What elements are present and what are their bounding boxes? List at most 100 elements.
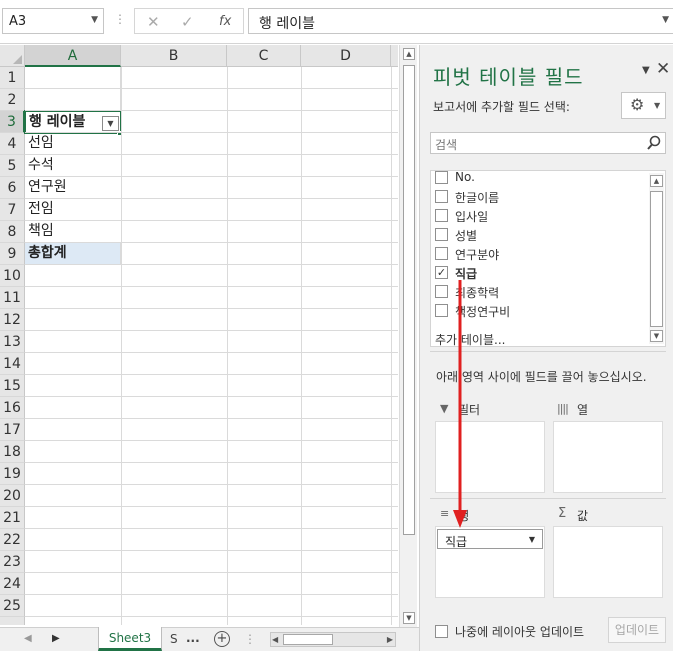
- row-header-2[interactable]: 2: [0, 89, 25, 111]
- field-checkbox[interactable]: [435, 209, 448, 222]
- more-tables-link[interactable]: 추가 테이블...: [435, 331, 505, 348]
- vertical-scroll-thumb[interactable]: [403, 65, 415, 535]
- horizontal-scrollbar[interactable]: ◀ ▶: [270, 632, 396, 647]
- row-header-22[interactable]: 22: [0, 529, 25, 551]
- cell-a8[interactable]: 책임: [25, 221, 121, 243]
- row-header-4[interactable]: 4: [0, 133, 25, 155]
- scroll-left-icon[interactable]: ◀: [272, 633, 278, 646]
- field-label: 책정연구비: [455, 305, 511, 319]
- cell-a7[interactable]: 전임: [25, 199, 121, 221]
- horizontal-scroll-thumb[interactable]: [283, 634, 333, 645]
- chevron-down-icon[interactable]: ▼: [529, 535, 535, 544]
- row-header-25[interactable]: 25: [0, 595, 25, 617]
- field-checkbox[interactable]: [435, 285, 448, 298]
- row-header-21[interactable]: 21: [0, 507, 25, 529]
- cancel-icon[interactable]: ✕: [147, 13, 160, 31]
- scroll-down-icon[interactable]: ▼: [650, 330, 663, 342]
- scroll-up-icon[interactable]: ▲: [403, 48, 415, 60]
- more-icon: ⋮: [114, 12, 126, 26]
- filters-drop-area[interactable]: [435, 421, 545, 493]
- row-header-7[interactable]: 7: [0, 199, 25, 221]
- cell-a4[interactable]: 선임: [25, 133, 121, 155]
- field-checkbox[interactable]: [435, 228, 448, 241]
- column-header-e[interactable]: [391, 45, 398, 67]
- area-divider: [430, 498, 666, 499]
- update-button[interactable]: 업데이트: [608, 617, 666, 643]
- field-settings-button[interactable]: ⚙ ▼: [621, 92, 666, 119]
- defer-layout-label: 나중에 레이아웃 업데이트: [455, 625, 585, 639]
- tab-split-handle[interactable]: ⋮: [244, 632, 256, 646]
- row-header-12[interactable]: 12: [0, 309, 25, 331]
- cell-a5[interactable]: 수석: [25, 155, 121, 177]
- column-header-d[interactable]: D: [301, 45, 391, 67]
- field-label: 최종학력: [455, 286, 500, 300]
- row-header-18[interactable]: 18: [0, 441, 25, 463]
- vertical-scrollbar[interactable]: ▲ ▼: [399, 45, 417, 627]
- row-header-11[interactable]: 11: [0, 287, 25, 309]
- pane-options-icon[interactable]: ▼: [642, 65, 650, 76]
- rows-field-chip[interactable]: 직급 ▼: [437, 529, 543, 549]
- check-icon[interactable]: ✓: [435, 266, 448, 279]
- row-header-1[interactable]: 1: [0, 67, 25, 89]
- cell-a6[interactable]: 연구원: [25, 177, 121, 199]
- row-header-23[interactable]: 23: [0, 551, 25, 573]
- field-list: No. 한글이름 입사일 성별 연구분야 ✓ 직급 최종학력 책정연구비 추가 …: [430, 170, 666, 347]
- spreadsheet-grid[interactable]: A B C D 1 2 3 4 5 6 7 8 9 10 11 12 13 14…: [0, 45, 398, 625]
- row-header-19[interactable]: 19: [0, 463, 25, 485]
- row-header-13[interactable]: 13: [0, 331, 25, 353]
- field-search-box[interactable]: 검색: [430, 132, 666, 154]
- chevron-down-icon: ▼: [654, 101, 661, 110]
- row-header-10[interactable]: 10: [0, 265, 25, 287]
- row-header-16[interactable]: 16: [0, 397, 25, 419]
- select-all-corner[interactable]: [0, 45, 25, 67]
- previous-sheet-icon[interactable]: ◀: [24, 633, 32, 644]
- formula-tools: ✕ ✓ fx: [134, 8, 244, 34]
- scroll-up-icon[interactable]: ▲: [650, 175, 663, 187]
- close-icon[interactable]: ✕: [656, 59, 670, 79]
- search-input[interactable]: 검색: [435, 136, 457, 153]
- column-header-a[interactable]: A: [25, 45, 121, 67]
- formula-input[interactable]: 행 레이블 ▼: [248, 8, 673, 34]
- field-checkbox[interactable]: [435, 304, 448, 317]
- field-checkbox[interactable]: [435, 190, 448, 203]
- row-header-5[interactable]: 5: [0, 155, 25, 177]
- cell-a9[interactable]: 총합계: [25, 243, 121, 265]
- name-box[interactable]: A3 ▼: [2, 8, 104, 34]
- fill-handle[interactable]: [117, 131, 122, 136]
- add-sheet-button[interactable]: +: [214, 631, 230, 647]
- cell-a1[interactable]: [25, 67, 121, 89]
- more-sheets-button[interactable]: ...: [186, 631, 200, 645]
- sheet-tab-bar: ◀ ▶ Sheet3 S ... + ⋮ ◀ ▶: [0, 627, 420, 651]
- scroll-right-icon[interactable]: ▶: [387, 633, 393, 646]
- field-list-scroll-thumb[interactable]: [650, 191, 663, 327]
- row-header-9[interactable]: 9: [0, 243, 25, 265]
- field-list-scrollbar[interactable]: ▲ ▼: [649, 173, 664, 344]
- values-drop-area[interactable]: [553, 526, 663, 598]
- sheet-tab-sheet3[interactable]: Sheet3: [98, 627, 162, 651]
- row-header-3[interactable]: 3: [0, 111, 25, 133]
- row-header-24[interactable]: 24: [0, 573, 25, 595]
- row-header-26[interactable]: [0, 617, 25, 625]
- columns-drop-area[interactable]: [553, 421, 663, 493]
- enter-icon[interactable]: ✓: [181, 13, 194, 31]
- column-header-c[interactable]: C: [227, 45, 301, 67]
- next-sheet-icon[interactable]: ▶: [52, 633, 60, 644]
- row-header-17[interactable]: 17: [0, 419, 25, 441]
- cell-a2[interactable]: [25, 89, 121, 111]
- expand-formula-icon[interactable]: ▼: [662, 15, 669, 25]
- chevron-down-icon[interactable]: ▼: [91, 15, 98, 25]
- scroll-down-icon[interactable]: ▼: [403, 612, 415, 624]
- row-header-8[interactable]: 8: [0, 221, 25, 243]
- function-icon[interactable]: fx: [219, 14, 231, 29]
- row-label-filter-button[interactable]: ▼: [102, 116, 119, 131]
- field-checkbox[interactable]: [435, 247, 448, 260]
- defer-layout-checkbox[interactable]: [435, 625, 448, 638]
- sheet-tab-truncated[interactable]: S: [170, 632, 178, 646]
- column-header-b[interactable]: B: [121, 45, 227, 67]
- sigma-icon: Σ: [558, 506, 567, 521]
- field-checkbox[interactable]: [435, 171, 448, 184]
- row-header-14[interactable]: 14: [0, 353, 25, 375]
- row-header-15[interactable]: 15: [0, 375, 25, 397]
- row-header-20[interactable]: 20: [0, 485, 25, 507]
- row-header-6[interactable]: 6: [0, 177, 25, 199]
